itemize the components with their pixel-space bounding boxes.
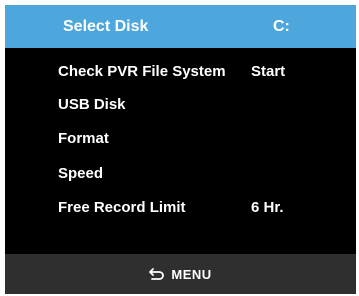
menu-label: MENU	[171, 266, 212, 282]
pvr-settings-screen: Select Disk C: Check PVR File System Sta…	[5, 5, 356, 294]
select-disk-row[interactable]: Select Disk C:	[5, 5, 356, 48]
menu-item-free-record-limit[interactable]: Free Record Limit 6 Hr.	[5, 193, 356, 223]
footer-bar: MENU	[5, 254, 356, 294]
select-disk-value: C:	[273, 18, 290, 35]
menu-item-label: Speed	[58, 165, 104, 182]
menu-item-label: Format	[58, 130, 109, 147]
back-arrow-icon	[149, 267, 165, 281]
menu-item-label: Free Record Limit	[58, 199, 186, 216]
select-disk-label: Select Disk	[63, 18, 149, 35]
menu-item-value: 6 Hr.	[251, 199, 284, 216]
menu-item-check-pvr-file-system[interactable]: Check PVR File System Start	[5, 57, 356, 87]
menu-item-value: Start	[251, 63, 286, 80]
menu-item-usb-disk[interactable]: USB Disk	[5, 90, 356, 120]
menu-item-label: USB Disk	[58, 96, 126, 113]
menu-back-hint[interactable]: MENU	[5, 254, 356, 294]
menu-item-label: Check PVR File System	[58, 63, 226, 80]
menu-item-speed[interactable]: Speed	[5, 159, 356, 189]
menu-item-format[interactable]: Format	[5, 124, 356, 154]
